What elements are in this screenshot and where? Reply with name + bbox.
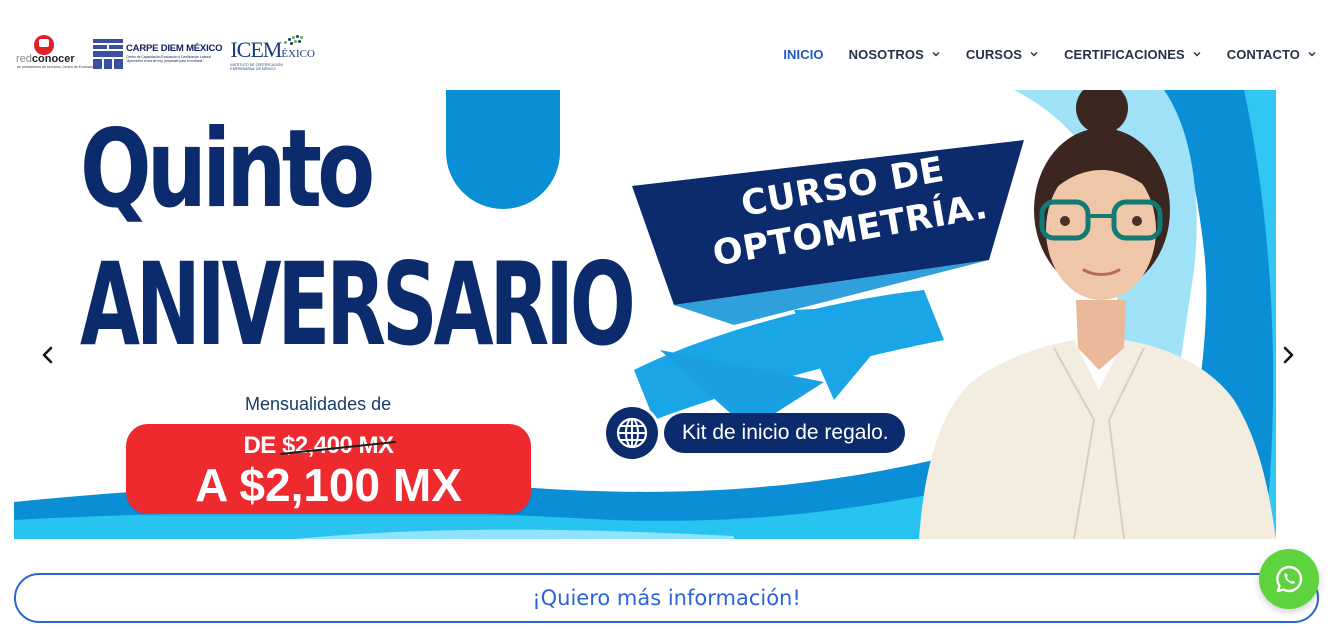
chevron-right-icon[interactable] [1278,345,1298,365]
main-nav: INICIO NOSOTROS CURSOS CERTIFICACIONES C… [758,44,1317,64]
gift-kit-badge: Kit de inicio de regalo. [606,407,905,459]
red-conocer-subtitle: de prestadores de servicios Centro de Ev… [17,65,97,69]
gift-kit-text: Kit de inicio de regalo. [664,413,905,453]
old-price-value: $2,400 MX [281,432,394,459]
installments-label: Mensualidades de [245,394,392,414]
whatsapp-icon [1276,565,1303,593]
red-conocer-part2: conocer [31,53,75,65]
chevron-down-icon [1193,52,1201,57]
carpe-diem-line2: "Aprovecha el día de hoy, prepárate para… [126,59,204,64]
carpe-diem-title: CARPE DIEM MÉXICO [126,43,223,55]
new-price: A $2,100 MX [195,459,462,511]
icem-dots-mark [282,35,304,47]
nav-label-certificaciones: CERTIFICACIONES [1064,46,1185,62]
site-header: redconocer de prestadores de servicios C… [0,0,1339,90]
chevron-down-icon [932,52,940,57]
red-conocer-mark [34,35,54,55]
nav-label-contacto: CONTACTO [1226,46,1300,62]
icem-main: ICEM [230,37,282,62]
hero-headline-line2: ANIVERSARIO [80,238,636,371]
nav-item-cursos[interactable]: CURSOS [966,47,1039,62]
chevron-down-icon [1308,52,1316,57]
icem-logo[interactable]: ICEMÉXICO INSTITUTO DE CERTIFICACIÓN EMP… [230,33,315,75]
icem-small: ÉXICO [281,48,315,60]
chevron-left-icon[interactable] [38,345,58,365]
icem-subtitle: INSTITUTO DE CERTIFICACIÓN EMPRESARIAL D… [230,63,283,72]
partner-logos[interactable]: redconocer de prestadores de servicios C… [16,33,315,75]
nav-item-contacto[interactable]: CONTACTO [1227,47,1317,62]
hero-slider[interactable]: Quinto ANIVERSARIO CURSO DE OPTOMETRÍA. … [14,90,1303,539]
nav-item-inicio[interactable]: INICIO [783,47,823,62]
red-conocer-logo[interactable]: redconocer de prestadores de servicios C… [16,33,97,75]
whatsapp-button[interactable] [1259,549,1319,609]
nav-item-nosotros[interactable]: NOSOTROS [849,47,941,62]
nav-label-inicio: INICIO [783,46,824,62]
globe-icon [606,407,658,459]
nav-item-certificaciones[interactable]: CERTIFICACIONES [1064,47,1202,62]
carpe-diem-text: CARPE DIEM MÉXICO Centro de Capacitación… [126,43,223,64]
carpe-diem-logo[interactable]: CARPE DIEM MÉXICO Centro de Capacitación… [93,33,223,75]
old-price: DE $2,400 MX [126,432,531,460]
nav-label-nosotros: NOSOTROS [848,46,924,62]
more-info-label: ¡Quiero más información! [532,586,801,610]
more-info-button[interactable]: ¡Quiero más información! [14,573,1319,623]
red-conocer-wordmark: redconocer [16,53,75,65]
chevron-down-icon [1030,52,1038,57]
carpe-diem-mark [93,39,123,69]
hero-headline-line1: Quinto [80,107,375,232]
old-price-prefix: DE [243,432,282,459]
price-badge: DE $2,400 MX A $2,100 MX [126,424,531,514]
nav-label-cursos: CURSOS [965,46,1023,62]
red-conocer-part1: red [16,53,32,65]
